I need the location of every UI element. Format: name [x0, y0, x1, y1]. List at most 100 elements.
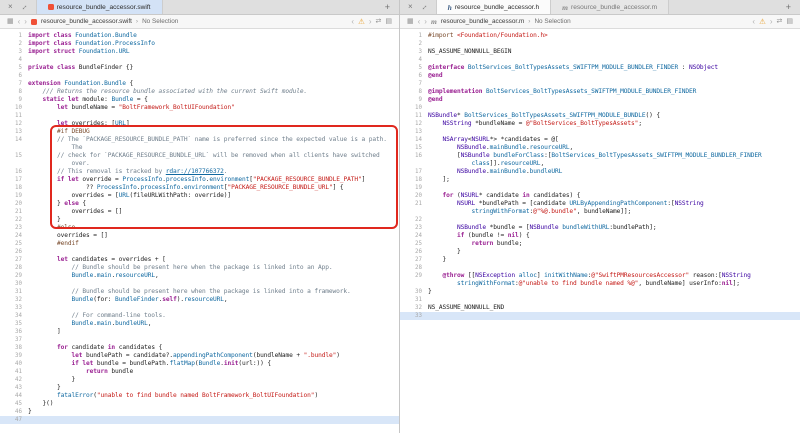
code-line[interactable]: 28 // Bundle should be present here when…	[0, 264, 399, 272]
line-number[interactable]: 2	[0, 40, 28, 48]
editor-options-icon[interactable]: ▤	[786, 18, 793, 25]
line-number[interactable]: 27	[0, 256, 28, 264]
code-line[interactable]: 24 if (bundle != nil) {	[400, 232, 800, 240]
line-number[interactable]: 32	[400, 304, 428, 312]
code-line[interactable]: stringWithFormat:@"%@.bundle", bundleNam…	[400, 208, 800, 216]
line-number[interactable]: 37	[0, 336, 28, 344]
breadcrumb-file[interactable]: resource_bundle_accessor.m	[441, 18, 524, 25]
line-number[interactable]: 20	[400, 192, 428, 200]
line-number[interactable]: 34	[0, 312, 28, 320]
code-editor-right[interactable]: 1#import <Foundation/Foundation.h>23NS_A…	[400, 29, 800, 433]
line-number[interactable]: 17	[0, 176, 28, 184]
code-line[interactable]: 1import class Foundation.Bundle	[0, 32, 399, 40]
line-number[interactable]: 32	[0, 296, 28, 304]
code-line[interactable]: stringWithFormat:@"unable to find bundle…	[400, 280, 800, 288]
code-line[interactable]: 17 NSBundle.mainBundle.bundleURL	[400, 168, 800, 176]
code-line[interactable]: 25 #endif	[0, 240, 399, 248]
code-line[interactable]: 3import struct Foundation.URL	[0, 48, 399, 56]
code-line[interactable]: 22	[400, 216, 800, 224]
line-number[interactable]: 10	[0, 104, 28, 112]
code-line[interactable]: 17 if let override = ProcessInfo.process…	[0, 176, 399, 184]
line-number[interactable]: 20	[0, 200, 28, 208]
code-line[interactable]: 41 return bundle	[0, 368, 399, 376]
code-line[interactable]: 19 overrides = [URL(fileURLWithPath: ove…	[0, 192, 399, 200]
line-number[interactable]: 24	[400, 232, 428, 240]
code-line[interactable]: 46}	[0, 408, 399, 416]
code-line[interactable]: 4	[400, 56, 800, 64]
warning-icon[interactable]: ⚠	[358, 18, 365, 26]
line-number[interactable]: 18	[400, 176, 428, 184]
line-number[interactable]: 33	[0, 304, 28, 312]
code-line[interactable]: class]].resourceURL,	[400, 160, 800, 168]
line-number[interactable]: 38	[0, 344, 28, 352]
code-line[interactable]: 42 }	[0, 376, 399, 384]
line-number[interactable]: 21	[400, 200, 428, 208]
code-line[interactable]: 6@end	[400, 72, 800, 80]
close-split-icon[interactable]: ×	[408, 3, 413, 11]
related-items-icon[interactable]: ▦	[407, 18, 414, 25]
line-number[interactable]	[400, 280, 428, 288]
code-line[interactable]: 9@end	[400, 96, 800, 104]
line-number[interactable]: 31	[0, 288, 28, 296]
add-tab-button[interactable]: +	[376, 0, 399, 14]
line-number[interactable]: 19	[400, 184, 428, 192]
code-line[interactable]: 35 Bundle.main.bundleURL,	[0, 320, 399, 328]
code-line[interactable]: 5private class BundleFinder {}	[0, 64, 399, 72]
code-line[interactable]: 8@implementation BoltServices_BoltTypesA…	[400, 88, 800, 96]
code-line[interactable]: 39 let bundlePath = candidate?.appending…	[0, 352, 399, 360]
line-number[interactable]: 39	[0, 352, 28, 360]
line-number[interactable]: 1	[0, 32, 28, 40]
code-line[interactable]: 32 Bundle(for: BundleFinder.self).resour…	[0, 296, 399, 304]
line-number[interactable]: 10	[400, 104, 428, 112]
next-issue-button[interactable]: ›	[770, 18, 773, 26]
line-number[interactable]: 3	[400, 48, 428, 56]
line-number[interactable]	[0, 144, 28, 152]
code-line[interactable]: 29 Bundle.main.resourceURL,	[0, 272, 399, 280]
code-line[interactable]: 32NS_ASSUME_NONNULL_END	[400, 304, 800, 312]
line-number[interactable]: 33	[400, 312, 428, 320]
line-number[interactable]: 21	[0, 208, 28, 216]
line-number[interactable]: 5	[400, 64, 428, 72]
breadcrumb-selection[interactable]: No Selection	[142, 18, 178, 25]
code-line[interactable]: over.	[0, 160, 399, 168]
line-number[interactable]: 29	[0, 272, 28, 280]
next-issue-button[interactable]: ›	[369, 18, 372, 26]
code-line[interactable]: 11NSBundle* BoltServices_BoltTypesAssets…	[400, 112, 800, 120]
code-line[interactable]: 37	[0, 336, 399, 344]
breadcrumb-selection[interactable]: No Selection	[534, 18, 570, 25]
cursor-line[interactable]: 33	[400, 312, 800, 320]
code-editor-left[interactable]: 1import class Foundation.Bundle2import c…	[0, 29, 399, 433]
code-line[interactable]: 36 ]	[0, 328, 399, 336]
code-line[interactable]: 2	[400, 40, 800, 48]
code-review-icon[interactable]: ⇄	[376, 18, 382, 25]
warning-icon[interactable]: ⚠	[759, 18, 766, 26]
breadcrumb-file[interactable]: resource_bundle_accessor.swift	[41, 18, 132, 25]
editor-options-icon[interactable]: ▤	[385, 18, 392, 25]
line-number[interactable]: 3	[0, 48, 28, 56]
line-number[interactable]: 28	[400, 264, 428, 272]
add-tab-button[interactable]: +	[777, 0, 800, 14]
code-line[interactable]: 23 #else	[0, 224, 399, 232]
line-number[interactable]: 16	[0, 168, 28, 176]
line-number[interactable]: 18	[0, 184, 28, 192]
line-number[interactable]: 25	[400, 240, 428, 248]
line-number[interactable]: 14	[400, 136, 428, 144]
line-number[interactable]: 11	[0, 112, 28, 120]
code-line[interactable]: 44 fatalError("unable to find bundle nam…	[0, 392, 399, 400]
code-line[interactable]: 3NS_ASSUME_NONNULL_BEGIN	[400, 48, 800, 56]
line-number[interactable]: 17	[400, 168, 428, 176]
line-number[interactable]: 1	[400, 32, 428, 40]
code-line[interactable]: 25 return bundle;	[400, 240, 800, 248]
line-number[interactable]: 29	[400, 272, 428, 280]
code-line[interactable]: 7extension Foundation.Bundle {	[0, 80, 399, 88]
code-line[interactable]: 15 // check for `PACKAGE_RESOURCE_BUNDLE…	[0, 152, 399, 160]
line-number[interactable]: 6	[0, 72, 28, 80]
line-number[interactable]: 35	[0, 320, 28, 328]
code-line[interactable]: 38 for candidate in candidates {	[0, 344, 399, 352]
code-line[interactable]: 45 }()	[0, 400, 399, 408]
code-line[interactable]: The	[0, 144, 399, 152]
code-line[interactable]: 30	[0, 280, 399, 288]
code-line[interactable]: 31 // Bundle should be present here when…	[0, 288, 399, 296]
tab-resource_bundle_accessor.swift[interactable]: resource_bundle_accessor.swift	[36, 0, 163, 14]
line-number[interactable]: 22	[400, 216, 428, 224]
